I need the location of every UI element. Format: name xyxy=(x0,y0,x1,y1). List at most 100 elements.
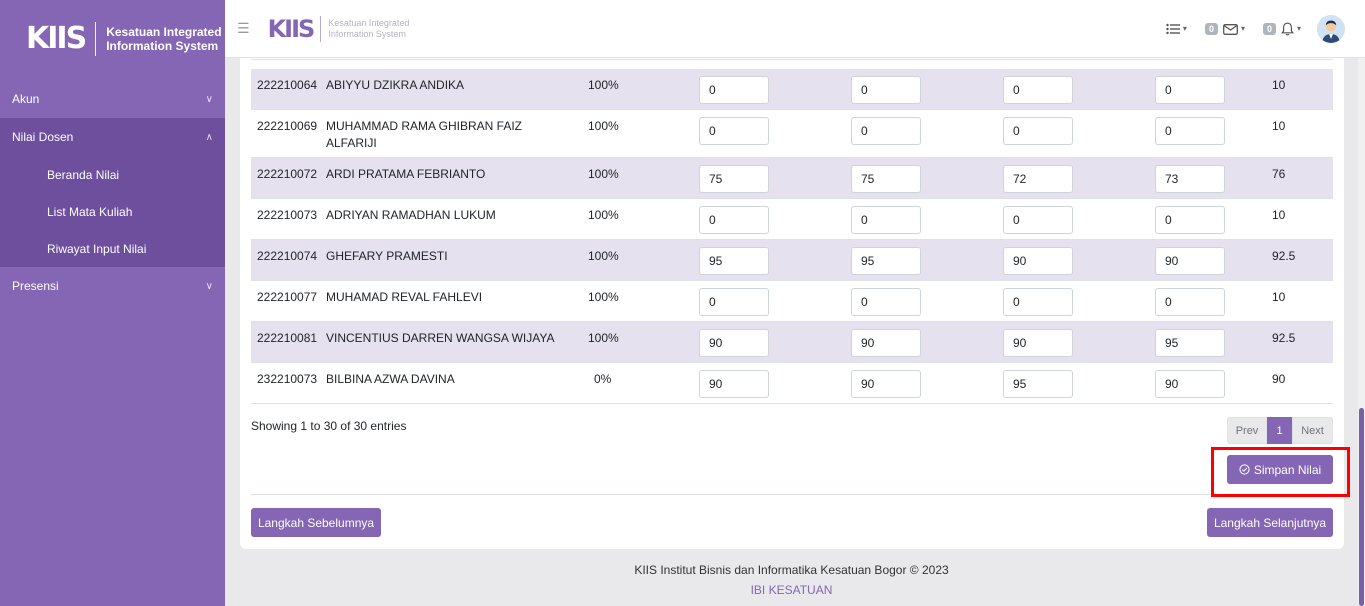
brand-title-line2: Information System xyxy=(328,28,406,39)
student-name: GHEFARY PRAMESTI xyxy=(326,249,448,263)
attendance-percent: 100% xyxy=(588,331,619,345)
grade-input-1[interactable] xyxy=(699,247,769,275)
footer-copyright: KIIS Institut Bisnis dan Informatika Kes… xyxy=(634,563,949,577)
messages-button[interactable]: 0 ▾ xyxy=(1204,22,1245,35)
grade-input-1[interactable] xyxy=(699,370,769,398)
sidebar-subitem-beranda-nilai[interactable]: Beranda Nilai xyxy=(0,156,225,193)
topbar-actions: ▾ 0 ▾ 0 ▾ xyxy=(1148,14,1345,43)
sidebar-item-label: Presensi xyxy=(12,279,59,293)
student-name: ADRIYAN RAMADHAN LUKUM xyxy=(326,208,496,222)
student-name: BILBINA AZWA DAVINA xyxy=(326,372,455,386)
grade-input-4[interactable] xyxy=(1155,165,1225,193)
grade-input-2[interactable] xyxy=(851,288,921,316)
attendance-percent: 100% xyxy=(588,167,619,181)
caret-down-icon: ▾ xyxy=(1240,24,1245,33)
brand-title: Kesatuan Integrated Information System xyxy=(328,18,409,40)
sidebar-item-label: Akun xyxy=(12,92,40,106)
entries-info: Showing 1 to 30 of 30 entries xyxy=(251,419,407,433)
grade-input-3[interactable] xyxy=(1003,206,1073,234)
grade-input-1[interactable] xyxy=(699,206,769,234)
grade-input-2[interactable] xyxy=(851,329,921,357)
previous-step-button[interactable]: Langkah Sebelumnya xyxy=(251,508,381,537)
attendance-percent: 100% xyxy=(588,208,619,222)
final-grade: 10 xyxy=(1272,208,1286,222)
chevron-down-icon: ∨ xyxy=(205,93,213,105)
sidebar-item-presensi[interactable]: Presensi ∨ xyxy=(0,267,225,305)
footer: KIIS Institut Bisnis dan Informatika Kes… xyxy=(225,562,1358,598)
grade-input-2[interactable] xyxy=(851,370,921,398)
grade-input-2[interactable] xyxy=(851,165,921,193)
grade-input-1[interactable] xyxy=(699,165,769,193)
pagination-next-button[interactable]: Next xyxy=(1292,417,1333,444)
notifications-button[interactable]: 0 ▾ xyxy=(1262,22,1301,36)
grade-input-1[interactable] xyxy=(699,329,769,357)
final-grade: 76 xyxy=(1272,167,1286,181)
grade-input-4[interactable] xyxy=(1155,288,1225,316)
grade-input-4[interactable] xyxy=(1155,329,1225,357)
grade-input-3[interactable] xyxy=(1003,165,1073,193)
brand-title-line2: Information System xyxy=(106,39,219,53)
final-grade: 10 xyxy=(1272,290,1286,304)
grade-input-1[interactable] xyxy=(699,288,769,316)
attendance-percent: 0% xyxy=(594,372,612,386)
sidebar-submenu: Beranda Nilai List Mata Kuliah Riwayat I… xyxy=(0,156,225,267)
student-nim: 222210072 xyxy=(257,167,318,181)
table-row xyxy=(251,58,1333,60)
grade-input-4[interactable] xyxy=(1155,117,1225,145)
student-nim: 222210077 xyxy=(257,290,318,304)
grade-input-3[interactable] xyxy=(1003,288,1073,316)
grade-input-3[interactable] xyxy=(1003,370,1073,398)
grade-input-2[interactable] xyxy=(851,206,921,234)
chevron-down-icon: ∨ xyxy=(205,280,213,292)
student-nim: 232210073 xyxy=(257,372,318,386)
grade-input-4[interactable] xyxy=(1155,247,1225,275)
messages-count-badge: 0 xyxy=(1204,22,1218,35)
grade-input-3[interactable] xyxy=(1003,117,1073,145)
sidebar-subitem-riwayat-input-nilai[interactable]: Riwayat Input Nilai xyxy=(0,230,225,267)
sidebar-subitem-list-mata-kuliah[interactable]: List Mata Kuliah xyxy=(0,193,225,230)
table-row: 222210077 MUHAMAD REVAL FAHLEVI 100% 10 xyxy=(251,281,1333,322)
student-name: ARDI PRATAMA FEBRIANTO xyxy=(326,167,486,181)
grade-input-3[interactable] xyxy=(1003,247,1073,275)
table-row: 222210069 MUHAMMAD RAMA GHIBRAN FAIZ ALF… xyxy=(251,110,1333,158)
grade-input-2[interactable] xyxy=(851,76,921,104)
final-grade: 10 xyxy=(1272,78,1286,92)
footer-link[interactable]: IBI KESATUAN xyxy=(225,582,1358,598)
topbar: ☰ KIIS Kesatuan Integrated Information S… xyxy=(225,0,1365,58)
grade-input-2[interactable] xyxy=(851,117,921,145)
grade-input-2[interactable] xyxy=(851,247,921,275)
grade-input-1[interactable] xyxy=(699,76,769,104)
grade-input-4[interactable] xyxy=(1155,206,1225,234)
grade-input-4[interactable] xyxy=(1155,76,1225,104)
student-nim: 222210064 xyxy=(257,78,318,92)
sidebar-brand[interactable]: KIIS Kesatuan Integrated Information Sys… xyxy=(0,0,225,78)
pagination-page-button[interactable]: 1 xyxy=(1267,417,1292,444)
grade-input-1[interactable] xyxy=(699,117,769,145)
table-row: 222210064 ABIYYU DZIKRA ANDIKA 100% 10 xyxy=(251,69,1333,110)
scrollbar-thumb[interactable] xyxy=(1359,408,1364,606)
sidebar-item-akun[interactable]: Akun ∨ xyxy=(0,80,225,118)
sidebar-item-nilai-dosen[interactable]: Nilai Dosen ∧ xyxy=(0,118,225,156)
brand-divider xyxy=(95,22,97,56)
envelope-icon xyxy=(1223,23,1238,35)
student-nim: 222210069 xyxy=(257,119,318,133)
grade-input-3[interactable] xyxy=(1003,329,1073,357)
section-divider xyxy=(251,494,1333,495)
notifications-count-badge: 0 xyxy=(1262,22,1276,35)
user-avatar[interactable] xyxy=(1317,14,1345,43)
grade-input-3[interactable] xyxy=(1003,76,1073,104)
pagination: Prev 1 Next xyxy=(1227,417,1333,444)
student-name: ABIYYU DZIKRA ANDIKA xyxy=(326,78,465,92)
final-grade: 10 xyxy=(1272,119,1286,133)
next-step-button[interactable]: Langkah Selanjutnya xyxy=(1207,508,1333,537)
menu-toggle-icon[interactable]: ☰ xyxy=(237,20,250,37)
student-nim: 222210081 xyxy=(257,331,318,345)
pagination-prev-button[interactable]: Prev xyxy=(1227,417,1267,444)
table-row: 222210072 ARDI PRATAMA FEBRIANTO 100% 76 xyxy=(251,158,1333,199)
caret-down-icon: ▾ xyxy=(1182,24,1187,33)
list-menu-button[interactable]: ▾ xyxy=(1166,23,1187,35)
final-grade: 90 xyxy=(1272,372,1286,386)
brand-title-line1: Kesatuan Integrated xyxy=(328,17,410,28)
grade-input-4[interactable] xyxy=(1155,370,1225,398)
student-name: MUHAMAD REVAL FAHLEVI xyxy=(326,290,483,304)
